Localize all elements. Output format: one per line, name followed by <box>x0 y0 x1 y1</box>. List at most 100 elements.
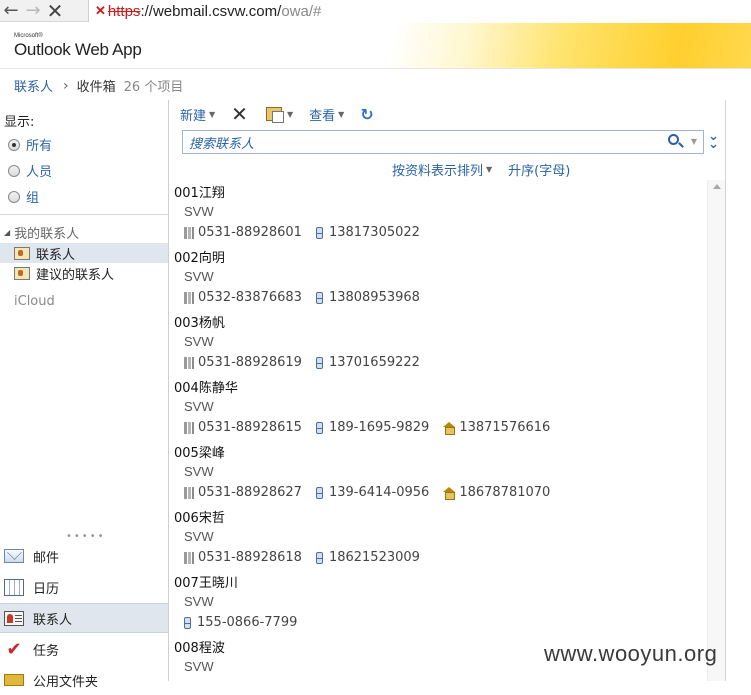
arrange-by-button[interactable]: 按资料表示排列 <box>392 160 483 179</box>
view-button[interactable]: 查看 ▼ <box>309 105 344 124</box>
work-phone: 0531-88928619 <box>184 355 302 370</box>
watermark: www.wooyun.org <box>544 641 718 666</box>
certificate-error-icon[interactable]: ✕ <box>95 3 106 19</box>
breadcrumb-current: 收件箱 <box>76 80 116 95</box>
contact-company: SVW <box>184 659 214 674</box>
mobile-phone: 13817305022 <box>315 225 420 240</box>
logo-app-name: Outlook Web App <box>14 40 142 59</box>
work-phone-number: 0531-88928615 <box>198 420 302 435</box>
view-label: 查看 <box>309 108 336 124</box>
move-to-folder-icon <box>265 107 284 123</box>
show-filter-label: 显示: <box>4 115 35 130</box>
contact-name: 005梁峰 <box>174 446 225 461</box>
chevron-right-icon: › <box>63 77 69 94</box>
mobile-phone-number: 155-0866-7799 <box>197 615 298 630</box>
mobile-phone: 13701659222 <box>315 355 420 370</box>
chevron-down-icon[interactable]: ▼ <box>209 110 215 119</box>
url-scheme: https <box>107 2 141 20</box>
back-button[interactable]: ← <box>0 0 22 22</box>
mobile-phone: 155-0866-7799 <box>184 615 297 630</box>
refresh-icon[interactable]: ↻ <box>360 105 373 124</box>
delete-icon[interactable]: ✕ <box>231 102 248 126</box>
business-phone-icon <box>184 226 194 239</box>
move-button[interactable]: ▼ <box>265 107 293 123</box>
contact-phones: 0531-88928619 13701659222 <box>184 355 434 370</box>
module-tasks[interactable]: ✔ 任务 <box>0 634 168 664</box>
filter-people[interactable]: 人员 <box>8 161 52 180</box>
contact-list-item[interactable]: 004陈静华 SVW 0531-88928615 189-1695-9829 13871… <box>169 375 707 440</box>
reading-pane-edge <box>726 100 751 681</box>
contacts-icon <box>3 609 25 627</box>
folder-icloud[interactable]: iCloud <box>14 294 55 309</box>
home-phone-icon <box>443 487 456 500</box>
work-phone: 0531-88928618 <box>184 550 302 565</box>
folder-group-label: 我的联系人 <box>14 227 80 242</box>
contact-list-item[interactable]: 006宋哲 SVW 0531-88928618 18621523009 <box>169 505 707 570</box>
filter-label: 所有 <box>26 139 53 154</box>
sort-order-button[interactable]: 升序(字母) <box>508 160 570 179</box>
mobile-phone-icon <box>315 421 323 434</box>
chevron-down-icon[interactable]: ▼ <box>691 137 697 146</box>
module-public-folders[interactable]: 公用文件夹 <box>0 665 168 695</box>
radio-icon[interactable] <box>8 190 20 203</box>
scrollbar[interactable] <box>707 180 725 681</box>
tasks-icon: ✔ <box>6 638 22 660</box>
home-phone-icon <box>443 422 456 435</box>
work-phone-number: 0532-83876683 <box>198 290 302 305</box>
scroll-up-arrow-icon[interactable] <box>713 184 721 189</box>
contact-list-item[interactable]: 002向明 SVW 0532-83876683 13808953968 <box>169 245 707 310</box>
folder-group-header[interactable]: ◢ 我的联系人 <box>4 223 79 242</box>
mobile-phone: 13808953968 <box>315 290 420 305</box>
contact-list-item[interactable]: 001江翔 SVW 0531-88928601 13817305022 <box>169 180 707 245</box>
search-icon[interactable] <box>668 134 679 145</box>
folder-label: 建议的联系人 <box>36 267 115 283</box>
double-chevron-down-icon[interactable]: ⌄ ⌄ <box>708 130 719 151</box>
radio-icon[interactable] <box>8 164 20 177</box>
work-phone: 0531-88928615 <box>184 420 302 435</box>
module-calendar[interactable]: 日历 <box>0 572 168 602</box>
chevron-down-icon[interactable]: ▼ <box>338 110 344 119</box>
module-label: 日历 <box>33 581 60 597</box>
folder-contacts[interactable]: 联系人 <box>0 243 168 263</box>
sort-bar: 按资料表示排列 ▼ 升序(字母) <box>392 160 570 179</box>
mobile-phone-icon <box>315 551 323 564</box>
url-host: ://webmail.csvw.com/ <box>140 2 282 20</box>
contact-name: 004陈静华 <box>174 381 238 396</box>
work-phone: 0532-83876683 <box>184 290 302 305</box>
stop-button[interactable]: ✕ <box>44 0 66 23</box>
chevron-down-icon[interactable]: ▼ <box>287 110 293 119</box>
breadcrumb-contacts-link[interactable]: 联系人 <box>14 76 53 95</box>
navigation-pane: 显示: 所有 人员 组 ◢ 我的联系人 联系人 建议的联系人 iCloud ••… <box>0 100 168 690</box>
contact-list-item[interactable]: 003杨帆 SVW 0531-88928619 13701659222 <box>169 310 707 375</box>
module-label: 任务 <box>33 643 60 659</box>
contact-name: 008程波 <box>174 641 225 656</box>
folder-suggested-contacts[interactable]: 建议的联系人 <box>0 263 168 283</box>
module-label: 邮件 <box>33 550 60 566</box>
collapse-triangle-icon[interactable]: ◢ <box>4 228 10 237</box>
filter-all[interactable]: 所有 <box>8 135 52 154</box>
module-contacts[interactable]: 联系人 <box>0 603 168 633</box>
business-phone-icon <box>184 291 194 304</box>
new-button[interactable]: 新建 ▼ <box>180 105 215 124</box>
radio-checked-icon[interactable] <box>8 138 20 151</box>
module-label: 联系人 <box>33 612 73 628</box>
contact-list-item[interactable]: 007王晓川 SVW 155-0866-7799 <box>169 570 707 635</box>
contact-name: 006宋哲 <box>174 511 225 526</box>
address-bar[interactable]: ✕ https ://webmail.csvw.com/ owa/# <box>88 0 751 22</box>
contact-name: 001江翔 <box>174 186 225 201</box>
filter-groups[interactable]: 组 <box>8 187 39 206</box>
breadcrumb: 联系人 › 收件箱 26 个项目 <box>14 76 183 96</box>
browser-toolbar: ← → ✕ ✕ https ://webmail.csvw.com/ owa/# <box>0 0 751 23</box>
app-header: Microsoft® Outlook Web App <box>0 23 751 69</box>
work-phone-number: 0531-88928601 <box>198 225 302 240</box>
search-contacts-input[interactable]: 搜索联系人 ▼ <box>182 130 704 154</box>
contact-list: 001江翔 SVW 0531-88928601 13817305022 002向明 SVW… <box>169 180 707 681</box>
forward-button[interactable]: → <box>22 0 44 22</box>
new-label: 新建 <box>180 108 207 124</box>
module-mail[interactable]: 邮件 <box>0 541 168 571</box>
contact-name: 007王晓川 <box>174 576 238 591</box>
filter-label: 组 <box>26 191 40 206</box>
chevron-down-icon[interactable]: ▼ <box>486 165 492 174</box>
contact-list-item[interactable]: 005梁峰 SVW 0531-88928627 139-6414-0956 186787… <box>169 440 707 505</box>
url-path: owa/# <box>281 2 322 20</box>
